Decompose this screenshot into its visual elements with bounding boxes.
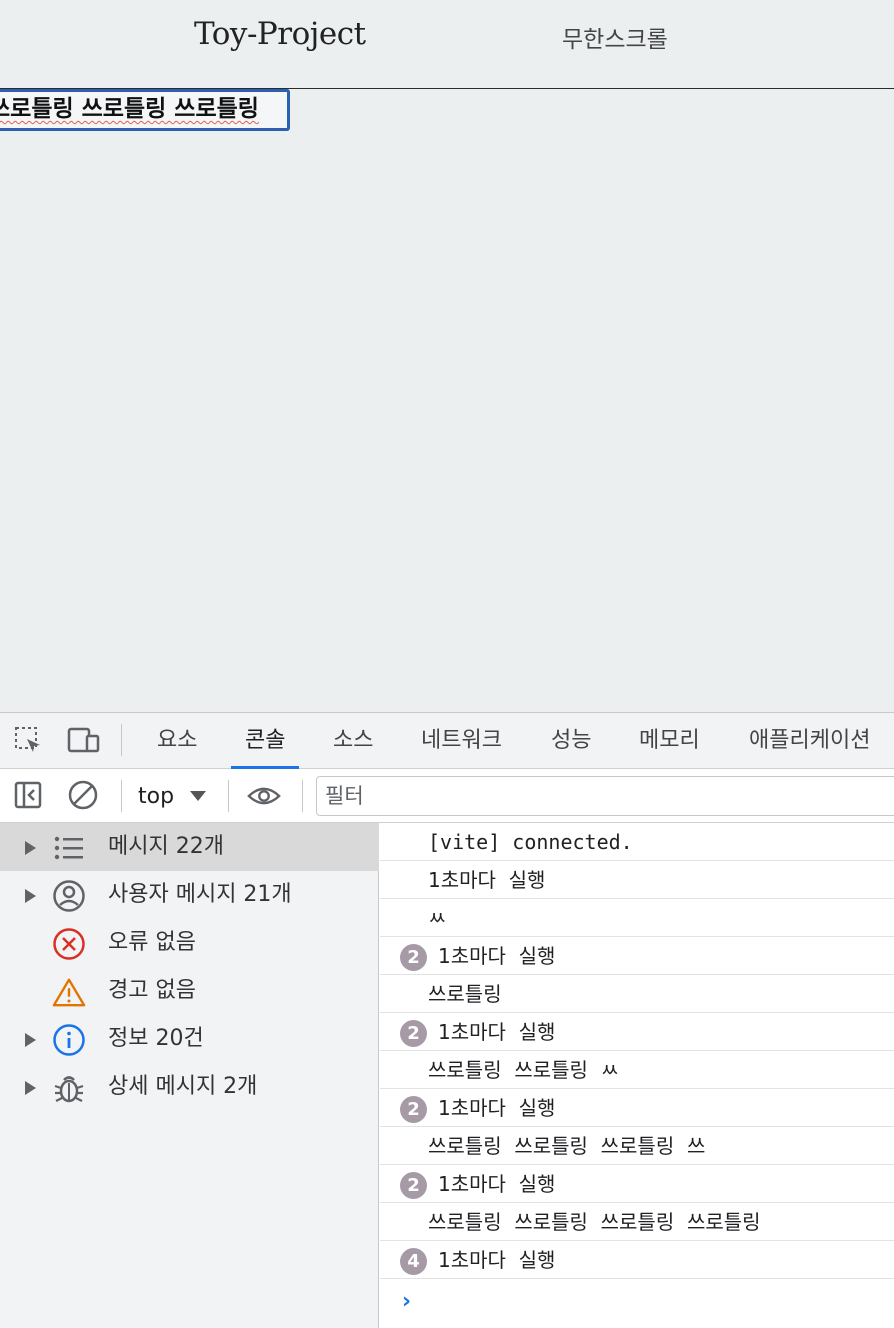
sidebar-item-label: 사용자 메시지 21개 [108, 882, 292, 907]
expand-arrow-icon[interactable] [25, 1081, 36, 1095]
tab-memory[interactable]: 메모리 [639, 713, 700, 769]
repeat-count-badge: 4 [400, 1248, 427, 1275]
log-message: 1초마다 실행 [438, 1248, 556, 1272]
console-log-row: 2 1초마다 실행 [380, 1165, 894, 1203]
tab-network[interactable]: 네트워크 [421, 713, 502, 769]
sidebar-item-messages[interactable]: 메시지 22개 [0, 823, 379, 871]
tabbar-divider [121, 724, 122, 756]
bug-icon [52, 1071, 86, 1105]
sidebar-item-label: 정보 20건 [108, 1026, 204, 1051]
expand-arrow-icon[interactable] [25, 1033, 36, 1047]
sidebar-toggle-icon[interactable] [11, 778, 45, 812]
console-sidebar: 메시지 22개 사용자 메시지 21개 오류 없음 경고 없음 정보 20건 상… [0, 823, 379, 1328]
console-log-row: 2 1초마다 실행 [380, 1013, 894, 1051]
tab-elements[interactable]: 요소 [157, 713, 197, 769]
console-log-row: 4 1초마다 실행 [380, 1241, 894, 1279]
sidebar-item-info[interactable]: 정보 20건 [0, 1015, 379, 1063]
site-title[interactable]: Toy-Project [194, 16, 366, 52]
console-prompt[interactable]: › [402, 1289, 411, 1314]
sidebar-item-user-messages[interactable]: 사용자 메시지 21개 [0, 871, 379, 919]
log-message: 1초마다 실행 [438, 1172, 556, 1196]
error-icon [52, 927, 86, 961]
console-filter-input[interactable] [316, 776, 894, 816]
sidebar-item-label: 경고 없음 [108, 978, 196, 1003]
expand-arrow-icon[interactable] [25, 889, 36, 903]
log-message: 1초마다 실행 [438, 1020, 556, 1044]
devtools-panel: 요소 콘솔 소스 네트워크 성능 메모리 애플리케이션 top 메시지 22개 [0, 712, 894, 1328]
repeat-count-badge: 2 [400, 1172, 427, 1199]
tab-sources[interactable]: 소스 [333, 713, 373, 769]
context-selector[interactable]: top [138, 781, 207, 811]
log-message: 1초마다 실행 [428, 868, 546, 892]
console-log-row: ㅆ [380, 899, 894, 937]
console-toolbar: top [0, 769, 894, 823]
console-log-row: 쓰로틀링 쓰로틀링 쓰로틀링 쓰로틀링 [380, 1203, 894, 1241]
expand-arrow-icon[interactable] [25, 841, 36, 855]
console-log-row: [vite] connected. [380, 823, 894, 861]
console-log-row: 2 1초마다 실행 [380, 937, 894, 975]
live-expression-eye-icon[interactable] [247, 779, 281, 813]
console-output: [vite] connected. 1초마다 실행 ㅆ 2 1초마다 실행 쓰로틀… [380, 823, 894, 1328]
throttle-input[interactable]: 쓰로틀링 쓰로틀링 쓰로틀링 [0, 89, 290, 131]
sidebar-item-label: 메시지 22개 [108, 834, 224, 859]
user-circle-icon [52, 879, 86, 913]
tab-performance[interactable]: 성능 [551, 713, 591, 769]
log-message: 쓰로틀링 쓰로틀링 쓰로틀링 쓰 [428, 1134, 706, 1158]
log-message: 쓰로틀링 쓰로틀링 쓰로틀링 쓰로틀링 [428, 1210, 761, 1234]
list-icon [52, 831, 86, 865]
site-header: Toy-Project 무한스크롤 [0, 0, 894, 89]
log-message: 쓰로틀링 [428, 982, 502, 1006]
console-log-row: 쓰로틀링 [380, 975, 894, 1013]
repeat-count-badge: 2 [400, 1020, 427, 1047]
inspect-element-icon[interactable] [11, 723, 45, 757]
sidebar-item-label: 오류 없음 [108, 930, 196, 955]
throttle-input-text: 쓰로틀링 쓰로틀링 쓰로틀링 [0, 96, 259, 122]
sidebar-item-warnings[interactable]: 경고 없음 [0, 967, 379, 1015]
toolbar-divider [302, 780, 303, 812]
console-log-row: 2 1초마다 실행 [380, 1089, 894, 1127]
tab-console[interactable]: 콘솔 [230, 713, 301, 769]
sidebar-item-errors[interactable]: 오류 없음 [0, 919, 379, 967]
caret-down-icon [190, 791, 207, 801]
log-message: 1초마다 실행 [438, 1096, 556, 1120]
info-icon [52, 1023, 86, 1057]
log-message: 쓰로틀링 쓰로틀링 ㅆ [428, 1058, 620, 1082]
tab-application[interactable]: 애플리케이션 [749, 713, 870, 769]
clear-console-icon[interactable] [66, 778, 100, 812]
log-message: 1초마다 실행 [438, 944, 556, 968]
log-message: ㅆ [428, 906, 447, 930]
context-selector-value: top [138, 783, 175, 809]
repeat-count-badge: 2 [400, 1096, 427, 1123]
sidebar-item-label: 상세 메시지 2개 [108, 1074, 258, 1099]
sidebar-item-verbose[interactable]: 상세 메시지 2개 [0, 1063, 379, 1111]
console-log-row: 쓰로틀링 쓰로틀링 ㅆ [380, 1051, 894, 1089]
console-log-row: 쓰로틀링 쓰로틀링 쓰로틀링 쓰 [380, 1127, 894, 1165]
toolbar-divider [228, 780, 229, 812]
devtools-tabbar: 요소 콘솔 소스 네트워크 성능 메모리 애플리케이션 [0, 713, 894, 769]
repeat-count-badge: 2 [400, 944, 427, 971]
console-log-row: 1초마다 실행 [380, 861, 894, 899]
device-toolbar-icon[interactable] [66, 723, 100, 757]
warning-icon [52, 975, 86, 1009]
nav-link-infinite-scroll[interactable]: 무한스크롤 [562, 20, 668, 54]
log-message: [vite] connected. [428, 830, 633, 854]
toolbar-divider [121, 780, 122, 812]
